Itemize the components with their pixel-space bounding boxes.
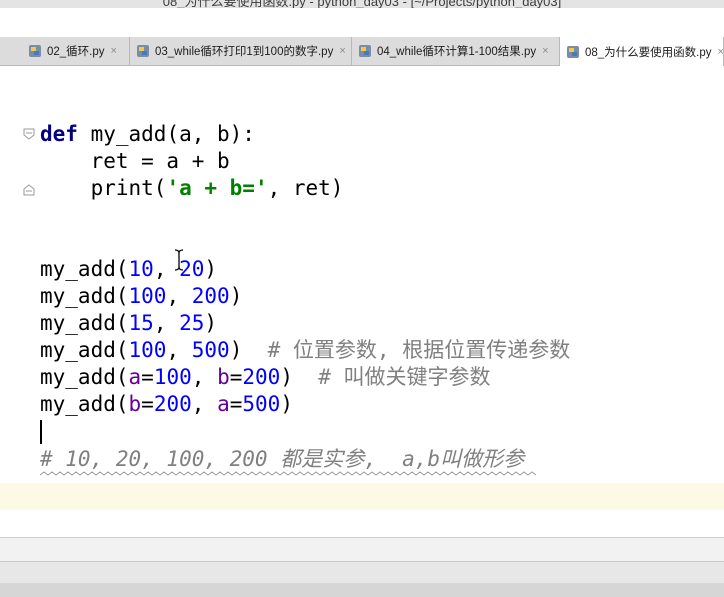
code-line-5: my_add(100, 200)	[40, 284, 243, 308]
code-line-1: def my_add(a, b):	[40, 122, 255, 146]
tab-03-while-print[interactable]: 03_while循环打印1到100的数字.py ×	[130, 37, 352, 65]
tab-label: 03_while循环打印1到100的数字.py	[155, 46, 334, 58]
ibeam-cursor-icon	[174, 249, 184, 271]
status-bar	[0, 561, 724, 584]
code-line-9: my_add(b=200, a=500)	[40, 392, 293, 416]
tab-08-why-functions[interactable]: 08_为什么要使用函数.py ×	[560, 37, 724, 66]
window-titlebar: 08_为什么要使用函数.py - python_day03 - [~/Proje…	[0, 0, 724, 8]
python-file-icon	[567, 45, 579, 58]
python-file-icon	[359, 45, 371, 57]
python-file-icon	[137, 45, 149, 57]
editor-tab-bar: 02_循环.py × 03_while循环打印1到100的数字.py × 04_…	[0, 37, 724, 66]
spelling-squiggle	[40, 471, 536, 476]
text-cursor	[40, 420, 42, 444]
code-line-7: my_add(100, 500) # 位置参数, 根据位置传递参数	[40, 338, 571, 362]
code-line-2: ret = a + b	[90, 149, 230, 173]
code-editor[interactable]: def my_add(a, b): ret = a + b print('a +…	[0, 66, 724, 536]
python-file-icon	[29, 45, 41, 57]
bottom-strip	[0, 583, 724, 597]
tab-close-button[interactable]: ×	[542, 45, 548, 57]
tab-close-button[interactable]: ×	[111, 45, 117, 57]
code-line-3: print('a + b=', ret)	[90, 176, 344, 200]
tab-04-while-sum[interactable]: 04_while循环计算1-100结果.py ×	[352, 37, 560, 65]
tab-close-button[interactable]: ×	[718, 46, 723, 58]
tab-close-button[interactable]: ×	[339, 45, 345, 57]
code-line-6: my_add(15, 25)	[40, 311, 218, 335]
code-line-10: # 10, 20, 100, 200 都是实参, a,b叫做形参	[40, 447, 525, 471]
fold-icon[interactable]	[23, 184, 35, 196]
fold-icon[interactable]	[23, 128, 35, 140]
lower-panel	[0, 537, 724, 562]
tab-label: 02_循环.py	[47, 46, 105, 58]
window-title: 08_为什么要使用函数.py - python_day03 - [~/Proje…	[162, 0, 562, 8]
tab-label: 04_while循环计算1-100结果.py	[377, 46, 537, 58]
tab-02-loop[interactable]: 02_循环.py ×	[22, 37, 130, 65]
code-line-8: my_add(a=100, b=200) # 叫做关键字参数	[40, 365, 491, 389]
caret-row-highlight	[0, 483, 724, 510]
code-line-4: my_add(10, 20)	[40, 257, 218, 281]
tab-label: 08_为什么要使用函数.py	[585, 46, 712, 59]
